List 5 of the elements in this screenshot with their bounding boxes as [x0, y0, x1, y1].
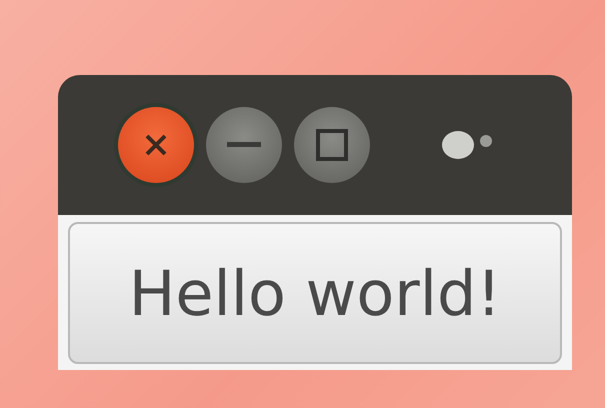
close-button[interactable]	[118, 107, 194, 183]
minimize-icon	[227, 142, 261, 148]
hello-button[interactable]: Hello world!	[68, 222, 562, 364]
maximize-icon	[316, 129, 348, 161]
close-icon	[143, 132, 169, 158]
